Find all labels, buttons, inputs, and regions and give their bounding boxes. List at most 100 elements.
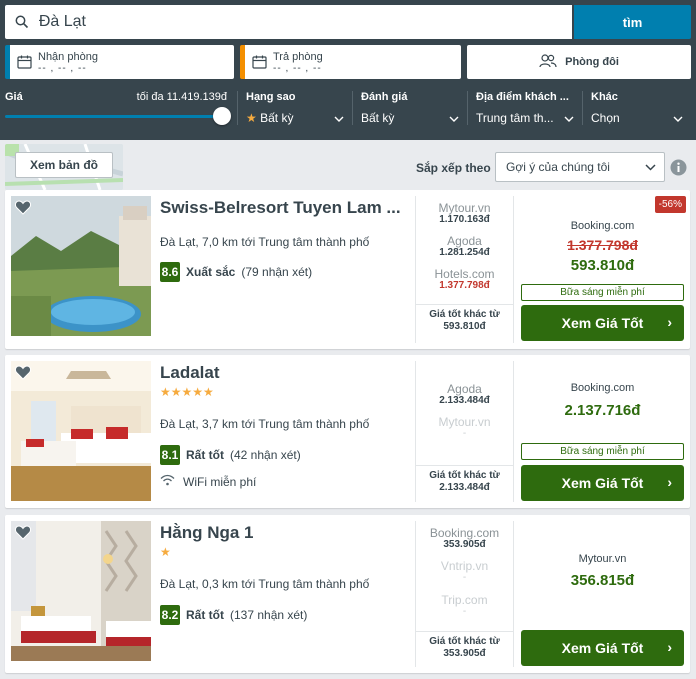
deal-row[interactable]: Mytour.vn 1.170.163đ bbox=[416, 202, 513, 226]
price-slider-handle[interactable] bbox=[213, 107, 231, 125]
main-deal-site: Booking.com bbox=[570, 220, 635, 232]
rating-score: 8.1 bbox=[160, 445, 180, 465]
price-slider[interactable] bbox=[5, 107, 231, 125]
heart-icon[interactable] bbox=[14, 200, 32, 218]
location-filter-value: Trung tâm th... bbox=[476, 111, 554, 125]
best-other-value: 353.905đ bbox=[443, 648, 486, 659]
deal-row[interactable]: Agoda 1.281.254đ bbox=[416, 235, 513, 259]
best-other-price[interactable]: Giá tốt khác từ 2.133.484đ bbox=[416, 465, 513, 494]
best-other-label: Giá tốt khác từ bbox=[429, 636, 500, 647]
deal-row: Vntrip.vn - bbox=[416, 560, 513, 584]
chevron-right-icon: › bbox=[667, 314, 672, 330]
rating-filter[interactable]: Đánh giá Bất kỳ bbox=[361, 91, 468, 125]
sort-value: Gợi ý của chúng tôi bbox=[506, 160, 610, 174]
best-other-label: Giá tốt khác từ bbox=[429, 470, 500, 481]
checkout-field[interactable]: Trả phòng -- , -- , -- bbox=[240, 45, 461, 79]
view-deal-button[interactable]: Xem Giá Tốt › bbox=[521, 630, 684, 666]
best-other-value: 2.133.484đ bbox=[439, 482, 490, 493]
search-icon bbox=[5, 15, 39, 29]
amenity: WiFi miễn phí bbox=[160, 474, 256, 489]
rating-filter-value: Bất kỳ bbox=[361, 111, 395, 125]
amenity-label: WiFi miễn phí bbox=[183, 474, 257, 489]
divider bbox=[513, 361, 514, 502]
room-selector[interactable]: Phòng đôi bbox=[467, 45, 691, 79]
hotel-photo[interactable] bbox=[11, 361, 151, 501]
hotel-name[interactable]: Ladalat bbox=[160, 363, 220, 383]
filter-bar: Giá tối đa 11.419.139đ Hạng sao ★ Bất kỳ… bbox=[0, 85, 696, 125]
rating-text: Xuất sắc bbox=[186, 265, 236, 279]
best-other-price[interactable]: Giá tốt khác từ 353.905đ bbox=[416, 631, 513, 660]
other-filter[interactable]: Khác Chọn bbox=[591, 91, 691, 125]
info-icon[interactable] bbox=[670, 159, 687, 179]
hotel-card[interactable]: Ladalat ★★★★★ Đà Lạt, 3,7 km tới Trung t… bbox=[5, 355, 690, 508]
main-deal-site: Mytour.vn bbox=[578, 553, 627, 565]
deal-price: - bbox=[462, 572, 467, 583]
heart-icon[interactable] bbox=[14, 365, 32, 383]
main-deal-site: Booking.com bbox=[570, 382, 635, 394]
best-other-value: 593.810đ bbox=[443, 321, 486, 332]
deal-price: 1.170.163đ bbox=[439, 214, 490, 225]
checkin-value: -- , -- , -- bbox=[38, 62, 87, 74]
deal-site: Mytour.vn bbox=[438, 415, 491, 429]
search-button[interactable]: tìm bbox=[574, 5, 691, 39]
rating-filter-label: Đánh giá bbox=[361, 91, 408, 103]
rating-text: Rất tốt bbox=[186, 448, 224, 462]
checkout-label: Trả phòng bbox=[273, 50, 323, 63]
stars-filter-value: Bất kỳ bbox=[260, 111, 294, 125]
chevron-down-icon bbox=[564, 111, 574, 125]
stars-filter-label: Hạng sao bbox=[246, 91, 296, 103]
hotel-photo[interactable] bbox=[11, 521, 151, 661]
view-map-button[interactable]: Xem bản đồ bbox=[15, 152, 113, 178]
old-price: 1.377.798đ bbox=[567, 237, 638, 253]
chevron-down-icon bbox=[334, 111, 344, 125]
sort-select[interactable]: Gợi ý của chúng tôi bbox=[495, 152, 665, 182]
view-deal-label: Xem Giá Tốt bbox=[561, 640, 644, 656]
view-deal-label: Xem Giá Tốt bbox=[561, 315, 644, 331]
stars-filter[interactable]: Hạng sao ★ Bất kỳ bbox=[246, 91, 353, 125]
chevron-down-icon bbox=[673, 111, 683, 125]
hotel-stars: ★★★★★ bbox=[160, 385, 214, 399]
calendar-icon bbox=[245, 55, 273, 69]
other-filter-value: Chọn bbox=[591, 111, 620, 125]
rating-score: 8.6 bbox=[160, 262, 180, 282]
hotel-location: Đà Lạt, 0,3 km tới Trung tâm thành phố bbox=[160, 577, 370, 591]
sort-label: Sắp xếp theo bbox=[416, 161, 491, 175]
deal-price: - bbox=[462, 606, 467, 617]
hotel-name[interactable]: Hằng Nga 1 bbox=[160, 523, 254, 543]
location-filter[interactable]: Địa điểm khách ... Trung tâm th... bbox=[476, 91, 583, 125]
deal-price: 1.281.254đ bbox=[439, 247, 490, 258]
divider bbox=[513, 521, 514, 667]
search-header: tìm Nhận phòng -- , -- , -- Trả phòng --… bbox=[0, 0, 696, 140]
main-price: 2.137.716đ bbox=[564, 402, 641, 419]
results-toolbar: Xem bản đồ Sắp xếp theo Gợi ý của chúng … bbox=[0, 140, 696, 190]
divider bbox=[513, 196, 514, 343]
deal-row[interactable]: Booking.com 353.905đ bbox=[416, 527, 513, 551]
discount-badge: -56% bbox=[654, 196, 686, 213]
hotel-rating: 8.6 Xuất sắc (79 nhận xét) bbox=[160, 262, 312, 282]
price-filter[interactable]: Giá tối đa 11.419.139đ bbox=[5, 91, 238, 125]
review-count: (42 nhận xét) bbox=[230, 448, 301, 462]
hotel-name[interactable]: Swiss-Belresort Tuyen Lam ... bbox=[160, 198, 401, 218]
deal-site: Mytour.vn bbox=[438, 201, 491, 215]
best-other-label: Giá tốt khác từ bbox=[429, 309, 500, 320]
deal-site: Booking.com bbox=[429, 526, 500, 540]
search-box[interactable] bbox=[5, 5, 572, 39]
best-other-price[interactable]: Giá tốt khác từ 593.810đ bbox=[416, 304, 513, 333]
rating-score: 8.2 bbox=[160, 605, 180, 625]
deal-row[interactable]: Agoda 2.133.484đ bbox=[416, 383, 513, 407]
hotel-card[interactable]: Hằng Nga 1 ★ Đà Lạt, 0,3 km tới Trung tâ… bbox=[5, 515, 690, 673]
hotel-photo[interactable] bbox=[11, 196, 151, 336]
main-price: 356.815đ bbox=[570, 572, 635, 589]
view-deal-button[interactable]: Xem Giá Tốt › bbox=[521, 305, 684, 341]
hotel-card[interactable]: Swiss-Belresort Tuyen Lam ... Đà Lạt, 7,… bbox=[5, 190, 690, 349]
search-input[interactable] bbox=[38, 13, 572, 31]
deal-site: Agoda bbox=[447, 382, 482, 396]
checkin-field[interactable]: Nhận phòng -- , -- , -- bbox=[5, 45, 234, 79]
deal-row: Trip.com - bbox=[416, 594, 513, 618]
deal-site: Hotels.com bbox=[434, 267, 495, 281]
room-label: Phòng đôi bbox=[565, 56, 619, 68]
heart-icon[interactable] bbox=[14, 525, 32, 543]
view-deal-button[interactable]: Xem Giá Tốt › bbox=[521, 465, 684, 501]
hotel-rating: 8.1 Rất tốt (42 nhận xét) bbox=[160, 445, 301, 465]
deal-row[interactable]: Hotels.com 1.377.798đ bbox=[416, 268, 513, 292]
